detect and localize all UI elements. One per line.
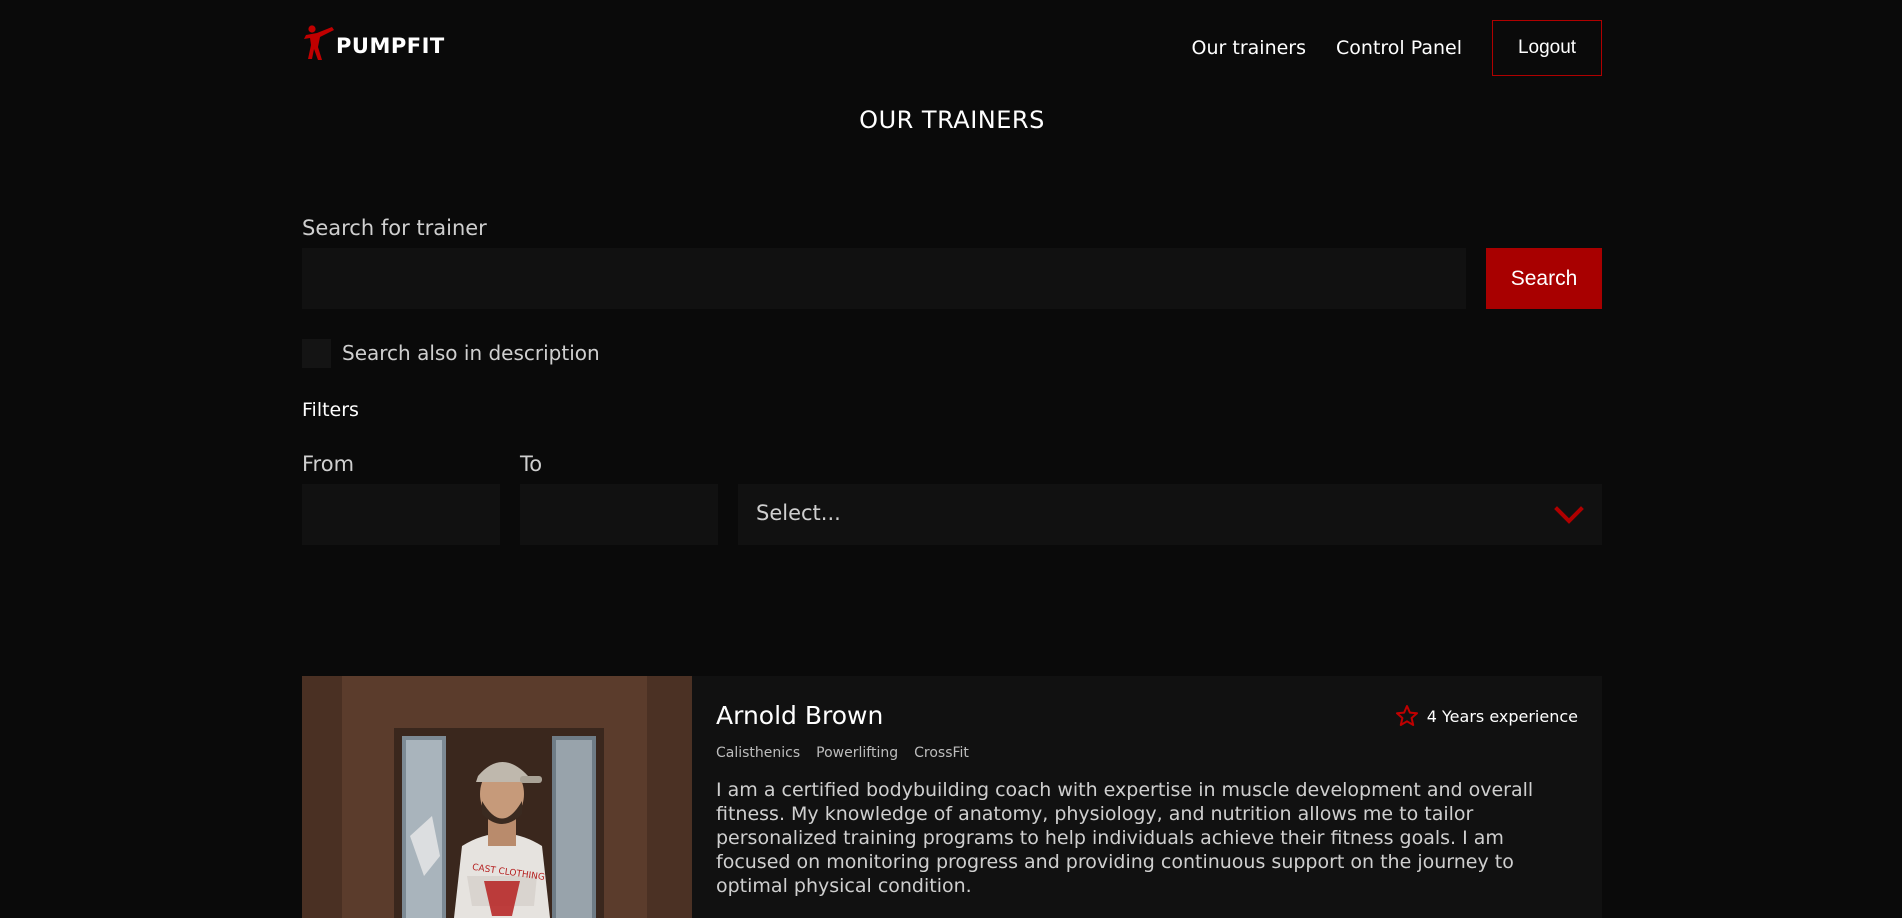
search-description-checkbox[interactable] xyxy=(302,339,331,368)
tag: CrossFit xyxy=(914,745,969,761)
nav-our-trainers[interactable]: Our trainers xyxy=(1192,37,1306,59)
trainer-card[interactable]: CAST CLOTHING Arnold Brown 4 Years exper… xyxy=(302,676,1602,918)
logo[interactable]: PUMPFIT xyxy=(302,23,445,61)
tag: Calisthenics xyxy=(716,745,801,761)
page-title: OUR TRAINERS xyxy=(859,106,1045,134)
star-icon xyxy=(1395,705,1418,726)
trainer-photo-illustration: CAST CLOTHING xyxy=(302,676,692,918)
specialization-select[interactable]: Select... xyxy=(738,484,1602,545)
search-button[interactable]: Search xyxy=(1486,248,1602,309)
brand-name: PUMPFIT xyxy=(336,34,445,58)
header: PUMPFIT Our trainers Control Panel Logou… xyxy=(302,19,1602,77)
experience-badge: 4 Years experience xyxy=(1395,704,1578,728)
logout-button[interactable]: Logout xyxy=(1492,20,1602,76)
main-nav: Our trainers Control Panel Logout xyxy=(1192,19,1602,77)
search-input[interactable] xyxy=(302,248,1466,309)
from-label: From xyxy=(302,452,355,476)
experience-text: 4 Years experience xyxy=(1426,706,1578,726)
specialization-tags: Calisthenics Powerlifting CrossFit xyxy=(716,745,985,761)
trainer-name[interactable]: Arnold Brown xyxy=(716,701,883,730)
search-description-label: Search also in description xyxy=(342,341,600,365)
nav-control-panel[interactable]: Control Panel xyxy=(1336,37,1462,59)
to-input[interactable] xyxy=(520,484,718,545)
trainer-photo: CAST CLOTHING xyxy=(302,676,692,918)
chevron-down-icon xyxy=(1554,506,1584,524)
trainer-bio: I am a certified bodybuilding coach with… xyxy=(716,779,1534,897)
tag: Powerlifting xyxy=(816,745,899,761)
kick-figure-icon xyxy=(304,25,334,60)
to-label: To xyxy=(520,452,543,476)
filters-title: Filters xyxy=(302,399,359,421)
select-value: Select... xyxy=(756,501,841,525)
from-input[interactable] xyxy=(302,484,500,545)
search-label: Search for trainer xyxy=(302,216,487,240)
page: PUMPFIT Our trainers Control Panel Logou… xyxy=(0,0,1902,918)
